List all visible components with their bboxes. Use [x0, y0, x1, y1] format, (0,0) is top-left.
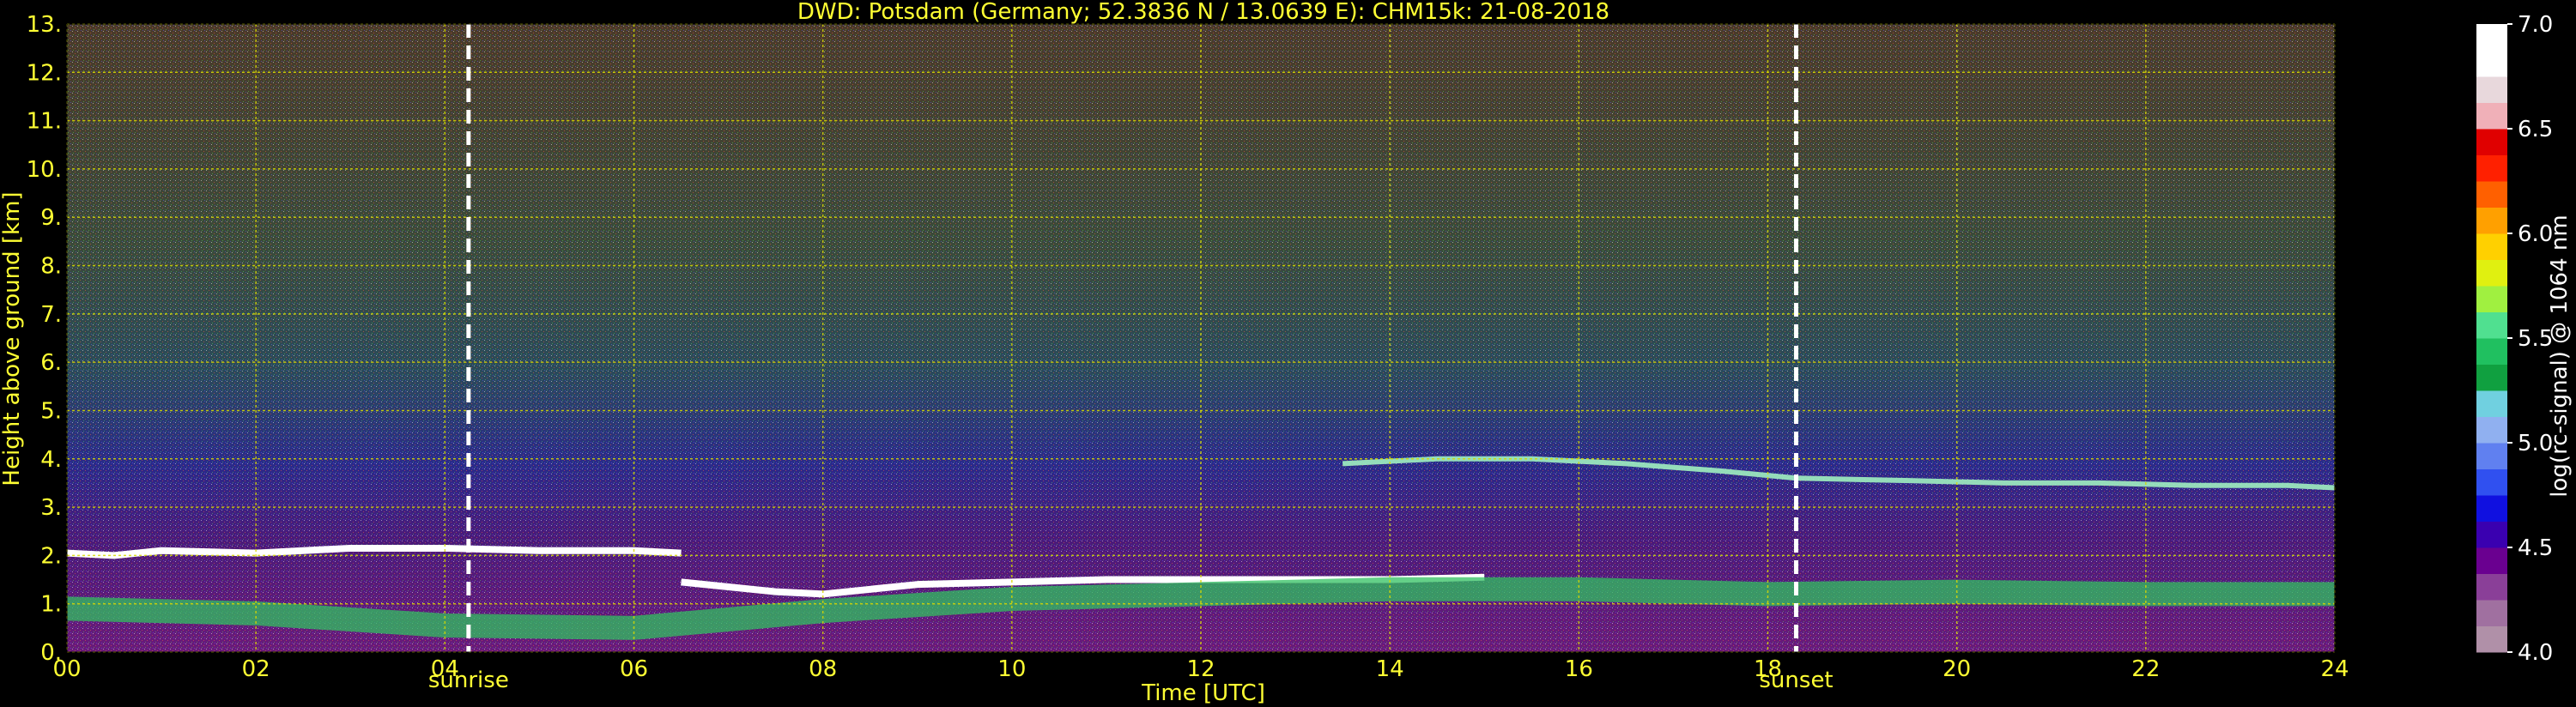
colorbar-swatch	[2476, 129, 2507, 155]
colorbar-swatch	[2476, 521, 2507, 548]
y-tick-label: 1.	[40, 592, 62, 618]
y-tick-label: 10.	[27, 157, 62, 183]
colorbar-tick-label: 7.0	[2518, 12, 2553, 38]
colorbar-swatch	[2476, 50, 2507, 77]
colorbar-tick-label: 4.5	[2518, 535, 2553, 561]
x-tick-label: 04	[431, 656, 459, 682]
x-tick-label: 06	[620, 656, 648, 682]
y-tick-label: 13.	[27, 12, 62, 38]
colorbar-swatch	[2476, 102, 2507, 130]
x-tick-label: 22	[2131, 656, 2160, 682]
colorbar-tick-label: 6.5	[2518, 117, 2553, 142]
colorbar-swatch	[2476, 286, 2507, 312]
colorbar-swatch	[2476, 390, 2507, 417]
colorbar-swatch	[2476, 416, 2507, 444]
x-axis-label: Time [UTC]	[1141, 680, 1265, 706]
lidar-chart: sunrise sunset 00 02 04 06 08 10 12 14 16 18 20 22 24…	[0, 0, 2573, 706]
y-tick-label: 5.	[40, 398, 62, 424]
y-tick-label: 11.	[27, 109, 62, 135]
x-tick-label: 10	[997, 656, 1026, 682]
colorbar-swatch	[2476, 573, 2507, 601]
colorbar-swatch	[2476, 364, 2507, 391]
colorbar-swatch	[2476, 625, 2507, 653]
x-tick-label: 14	[1376, 656, 1404, 682]
x-tick-label: 24	[2320, 656, 2349, 682]
colorbar-swatch	[2476, 600, 2507, 626]
x-tick-label: 16	[1565, 656, 1593, 682]
y-tick-label: 6.	[40, 350, 62, 376]
colorbar-swatch	[2476, 495, 2507, 522]
colorbar-swatch	[2476, 547, 2507, 574]
chart-title: DWD: Potsdam (Germany; 52.3836 N / 13.06…	[797, 0, 1609, 25]
x-tick-label: 02	[242, 656, 270, 682]
y-tick-label: 4.	[40, 447, 62, 473]
colorbar-label: log(rc-signal) @ 1064 nm	[2547, 215, 2573, 497]
colorbar-swatch	[2476, 154, 2507, 182]
x-tick-label: 12	[1186, 656, 1215, 682]
y-tick-label: 3.	[40, 495, 62, 521]
colorbar-swatch	[2476, 76, 2507, 103]
colorbar-swatch	[2476, 338, 2507, 365]
x-tick-label: 18	[1754, 656, 1782, 682]
colorbar-swatch	[2476, 259, 2507, 287]
y-tick-label: 7.	[40, 302, 62, 328]
colorbar-swatch	[2476, 233, 2507, 260]
colorbar-swatch	[2476, 311, 2507, 339]
y-axis-label: Height above ground [km]	[0, 191, 25, 486]
y-tick-label: 9.	[40, 205, 62, 231]
x-tick-label: 20	[1943, 656, 1971, 682]
y-tick-label: 0.	[40, 640, 62, 666]
colorbar-swatch	[2476, 207, 2507, 234]
colorbar-swatch	[2476, 181, 2507, 208]
colorbar-tick-label: 4.0	[2518, 640, 2553, 666]
x-tick-label: 08	[809, 656, 837, 682]
y-tick-label: 8.	[40, 254, 62, 280]
colorbar-swatch	[2476, 468, 2507, 496]
y-tick-label: 2.	[40, 543, 62, 569]
colorbar-swatch	[2476, 24, 2507, 51]
y-tick-label: 12.	[27, 60, 62, 86]
colorbar-swatch	[2476, 443, 2507, 469]
